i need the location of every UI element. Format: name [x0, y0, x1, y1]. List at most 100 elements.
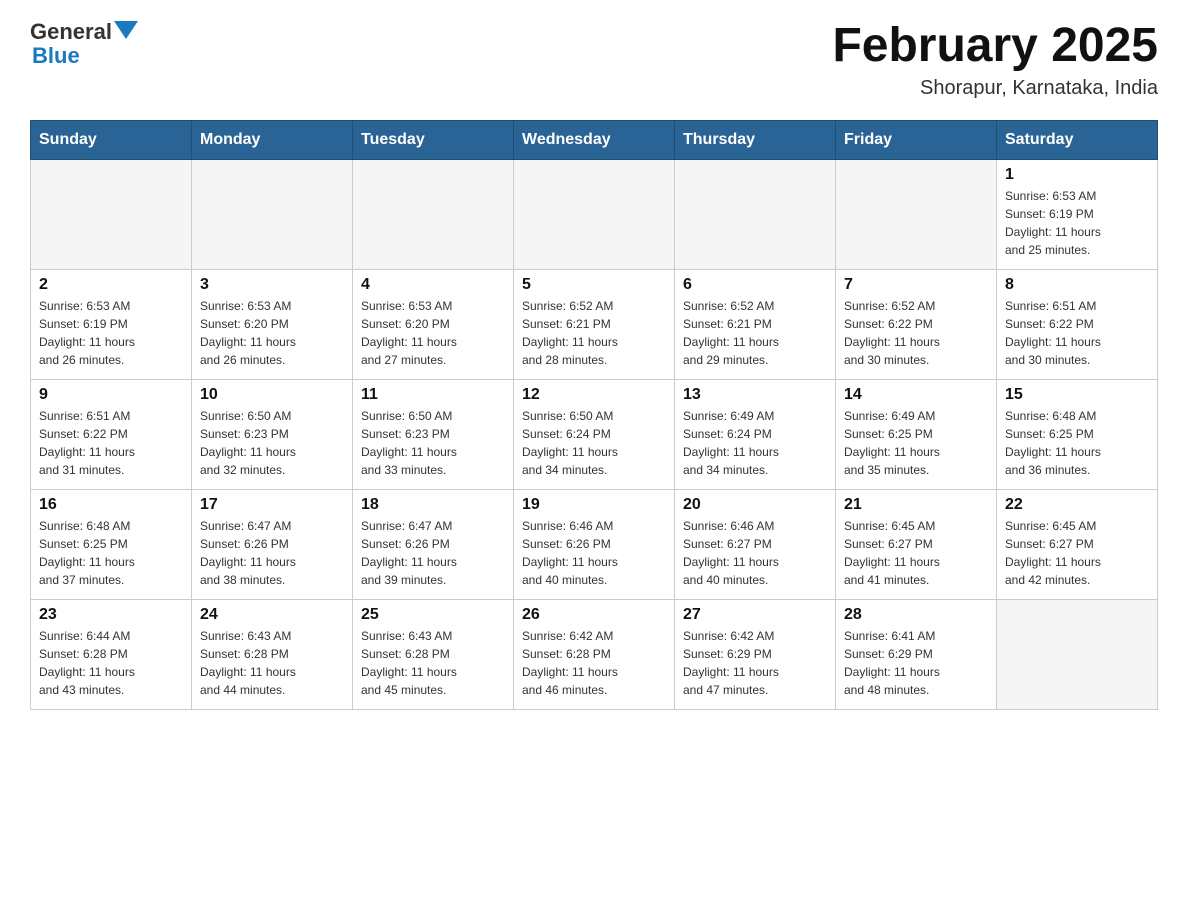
day-info: Sunrise: 6:52 AM Sunset: 6:22 PM Dayligh…: [844, 297, 988, 369]
calendar-day-cell: 25 Sunrise: 6:43 AM Sunset: 6:28 PM Dayli…: [353, 599, 514, 709]
calendar-day-cell: 1 Sunrise: 6:53 AM Sunset: 6:19 PM Daylig…: [997, 159, 1158, 269]
calendar-day-cell: [192, 159, 353, 269]
day-info: Sunrise: 6:50 AM Sunset: 6:23 PM Dayligh…: [200, 407, 344, 479]
calendar-day-cell: 21 Sunrise: 6:45 AM Sunset: 6:27 PM Dayli…: [836, 489, 997, 599]
day-number: 17: [200, 496, 344, 514]
calendar-day-cell: 12 Sunrise: 6:50 AM Sunset: 6:24 PM Dayli…: [514, 379, 675, 489]
day-number: 2: [39, 276, 183, 294]
calendar-subtitle: Shorapur, Karnataka, India: [832, 77, 1158, 100]
day-info: Sunrise: 6:47 AM Sunset: 6:26 PM Dayligh…: [361, 517, 505, 589]
day-info: Sunrise: 6:49 AM Sunset: 6:24 PM Dayligh…: [683, 407, 827, 479]
day-info: Sunrise: 6:48 AM Sunset: 6:25 PM Dayligh…: [39, 517, 183, 589]
calendar-day-cell: 26 Sunrise: 6:42 AM Sunset: 6:28 PM Dayli…: [514, 599, 675, 709]
day-info: Sunrise: 6:43 AM Sunset: 6:28 PM Dayligh…: [361, 627, 505, 699]
calendar-day-cell: 10 Sunrise: 6:50 AM Sunset: 6:23 PM Dayli…: [192, 379, 353, 489]
calendar-day-cell: 8 Sunrise: 6:51 AM Sunset: 6:22 PM Daylig…: [997, 269, 1158, 379]
day-number: 9: [39, 386, 183, 404]
day-number: 1: [1005, 166, 1149, 184]
day-number: 14: [844, 386, 988, 404]
calendar-day-cell: 24 Sunrise: 6:43 AM Sunset: 6:28 PM Dayli…: [192, 599, 353, 709]
calendar-day-cell: 17 Sunrise: 6:47 AM Sunset: 6:26 PM Dayli…: [192, 489, 353, 599]
day-number: 4: [361, 276, 505, 294]
calendar-week-row: 1 Sunrise: 6:53 AM Sunset: 6:19 PM Daylig…: [31, 159, 1158, 269]
day-info: Sunrise: 6:45 AM Sunset: 6:27 PM Dayligh…: [1005, 517, 1149, 589]
calendar-day-cell: 6 Sunrise: 6:52 AM Sunset: 6:21 PM Daylig…: [675, 269, 836, 379]
calendar-week-row: 16 Sunrise: 6:48 AM Sunset: 6:25 PM Dayli…: [31, 489, 1158, 599]
calendar-day-cell: 19 Sunrise: 6:46 AM Sunset: 6:26 PM Dayli…: [514, 489, 675, 599]
calendar-title: February 2025: [832, 20, 1158, 73]
calendar-day-cell: 4 Sunrise: 6:53 AM Sunset: 6:20 PM Daylig…: [353, 269, 514, 379]
header-sunday: Sunday: [31, 120, 192, 159]
day-number: 28: [844, 606, 988, 624]
day-info: Sunrise: 6:46 AM Sunset: 6:26 PM Dayligh…: [522, 517, 666, 589]
logo-text-general: General: [30, 20, 112, 44]
day-number: 18: [361, 496, 505, 514]
calendar-day-cell: [353, 159, 514, 269]
day-info: Sunrise: 6:42 AM Sunset: 6:28 PM Dayligh…: [522, 627, 666, 699]
day-number: 22: [1005, 496, 1149, 514]
day-info: Sunrise: 6:52 AM Sunset: 6:21 PM Dayligh…: [683, 297, 827, 369]
day-number: 20: [683, 496, 827, 514]
calendar-week-row: 23 Sunrise: 6:44 AM Sunset: 6:28 PM Dayli…: [31, 599, 1158, 709]
day-number: 24: [200, 606, 344, 624]
day-info: Sunrise: 6:45 AM Sunset: 6:27 PM Dayligh…: [844, 517, 988, 589]
calendar-day-cell: [514, 159, 675, 269]
calendar-day-cell: 16 Sunrise: 6:48 AM Sunset: 6:25 PM Dayli…: [31, 489, 192, 599]
day-number: 23: [39, 606, 183, 624]
day-info: Sunrise: 6:52 AM Sunset: 6:21 PM Dayligh…: [522, 297, 666, 369]
day-info: Sunrise: 6:50 AM Sunset: 6:23 PM Dayligh…: [361, 407, 505, 479]
calendar-day-cell: 23 Sunrise: 6:44 AM Sunset: 6:28 PM Dayli…: [31, 599, 192, 709]
day-number: 5: [522, 276, 666, 294]
calendar-day-cell: 11 Sunrise: 6:50 AM Sunset: 6:23 PM Dayli…: [353, 379, 514, 489]
day-info: Sunrise: 6:53 AM Sunset: 6:19 PM Dayligh…: [1005, 187, 1149, 259]
day-number: 6: [683, 276, 827, 294]
calendar-day-cell: [836, 159, 997, 269]
calendar-day-cell: 28Sunrise: 6:41 AM Sunset: 6:29 PM Dayli…: [836, 599, 997, 709]
header-wednesday: Wednesday: [514, 120, 675, 159]
calendar-day-cell: 9 Sunrise: 6:51 AM Sunset: 6:22 PM Daylig…: [31, 379, 192, 489]
day-number: 26: [522, 606, 666, 624]
day-info: Sunrise: 6:51 AM Sunset: 6:22 PM Dayligh…: [39, 407, 183, 479]
calendar-day-cell: 14 Sunrise: 6:49 AM Sunset: 6:25 PM Dayli…: [836, 379, 997, 489]
day-number: 13: [683, 386, 827, 404]
header-saturday: Saturday: [997, 120, 1158, 159]
day-number: 3: [200, 276, 344, 294]
calendar-week-row: 9 Sunrise: 6:51 AM Sunset: 6:22 PM Daylig…: [31, 379, 1158, 489]
calendar-day-cell: 2 Sunrise: 6:53 AM Sunset: 6:19 PM Daylig…: [31, 269, 192, 379]
day-number: 8: [1005, 276, 1149, 294]
day-info: Sunrise: 6:43 AM Sunset: 6:28 PM Dayligh…: [200, 627, 344, 699]
calendar-day-cell: 5 Sunrise: 6:52 AM Sunset: 6:21 PM Daylig…: [514, 269, 675, 379]
day-info: Sunrise: 6:44 AM Sunset: 6:28 PM Dayligh…: [39, 627, 183, 699]
day-info: Sunrise: 6:42 AM Sunset: 6:29 PM Dayligh…: [683, 627, 827, 699]
calendar-day-cell: 15Sunrise: 6:48 AM Sunset: 6:25 PM Dayli…: [997, 379, 1158, 489]
day-info: Sunrise: 6:49 AM Sunset: 6:25 PM Dayligh…: [844, 407, 988, 479]
calendar-day-cell: 13 Sunrise: 6:49 AM Sunset: 6:24 PM Dayli…: [675, 379, 836, 489]
day-number: 25: [361, 606, 505, 624]
day-number: 10: [200, 386, 344, 404]
calendar-day-cell: 3 Sunrise: 6:53 AM Sunset: 6:20 PM Daylig…: [192, 269, 353, 379]
day-number: 21: [844, 496, 988, 514]
calendar-day-cell: 20Sunrise: 6:46 AM Sunset: 6:27 PM Dayli…: [675, 489, 836, 599]
page-header: General Blue February 2025 Shorapur, Kar…: [30, 20, 1158, 100]
header-tuesday: Tuesday: [353, 120, 514, 159]
day-info: Sunrise: 6:50 AM Sunset: 6:24 PM Dayligh…: [522, 407, 666, 479]
day-number: 27: [683, 606, 827, 624]
calendar-day-cell: [31, 159, 192, 269]
day-number: 16: [39, 496, 183, 514]
logo-triangle-icon: [114, 21, 138, 39]
day-number: 12: [522, 386, 666, 404]
day-info: Sunrise: 6:51 AM Sunset: 6:22 PM Dayligh…: [1005, 297, 1149, 369]
day-number: 7: [844, 276, 988, 294]
logo: General Blue: [30, 20, 138, 68]
day-info: Sunrise: 6:53 AM Sunset: 6:19 PM Dayligh…: [39, 297, 183, 369]
day-number: 11: [361, 386, 505, 404]
calendar-day-cell: 18 Sunrise: 6:47 AM Sunset: 6:26 PM Dayli…: [353, 489, 514, 599]
header-friday: Friday: [836, 120, 997, 159]
day-number: 19: [522, 496, 666, 514]
day-info: Sunrise: 6:47 AM Sunset: 6:26 PM Dayligh…: [200, 517, 344, 589]
day-info: Sunrise: 6:53 AM Sunset: 6:20 PM Dayligh…: [361, 297, 505, 369]
day-info: Sunrise: 6:53 AM Sunset: 6:20 PM Dayligh…: [200, 297, 344, 369]
calendar-day-cell: 7 Sunrise: 6:52 AM Sunset: 6:22 PM Daylig…: [836, 269, 997, 379]
header-thursday: Thursday: [675, 120, 836, 159]
calendar-header-row: Sunday Monday Tuesday Wednesday Thursday…: [31, 120, 1158, 159]
